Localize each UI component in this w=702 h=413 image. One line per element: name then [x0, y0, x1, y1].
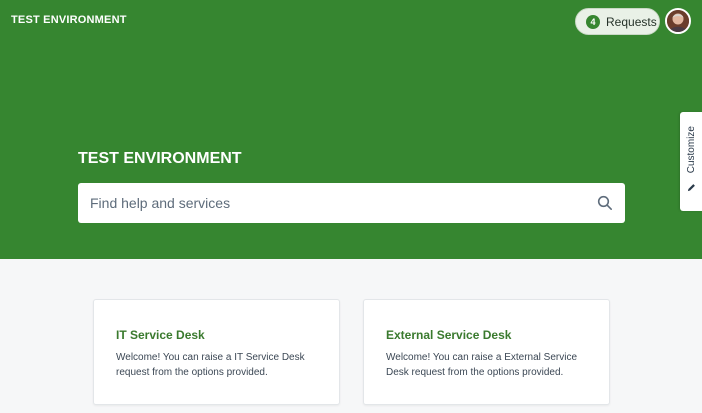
requests-label: Requests	[606, 14, 657, 29]
card-description: Welcome! You can raise a IT Service Desk…	[116, 352, 305, 378]
search-box	[78, 183, 625, 223]
requests-count-badge: 4	[586, 14, 600, 29]
avatar-image	[667, 10, 689, 32]
card-description: Welcome! You can raise a External Servic…	[386, 352, 578, 378]
card-title[interactable]: External Service Desk	[386, 328, 587, 342]
hero-banner: TEST ENVIRONMENT 4 Requests TEST ENVIRON…	[0, 0, 702, 259]
card-title[interactable]: IT Service Desk	[116, 328, 317, 342]
service-desk-card-it[interactable]: IT Service Desk Welcome! You can raise a…	[93, 299, 340, 405]
search-icon[interactable]	[585, 183, 625, 223]
pencil-icon	[687, 179, 696, 197]
site-brand[interactable]: TEST ENVIRONMENT	[11, 14, 127, 26]
avatar[interactable]	[665, 8, 691, 34]
customize-label: Customize	[685, 125, 697, 174]
requests-button[interactable]: 4 Requests	[575, 8, 660, 35]
search-input[interactable]	[78, 183, 585, 223]
service-desk-card-external[interactable]: External Service Desk Welcome! You can r…	[363, 299, 610, 405]
hero-title: TEST ENVIRONMENT	[78, 150, 242, 167]
customize-tab[interactable]: Customize	[680, 112, 702, 211]
